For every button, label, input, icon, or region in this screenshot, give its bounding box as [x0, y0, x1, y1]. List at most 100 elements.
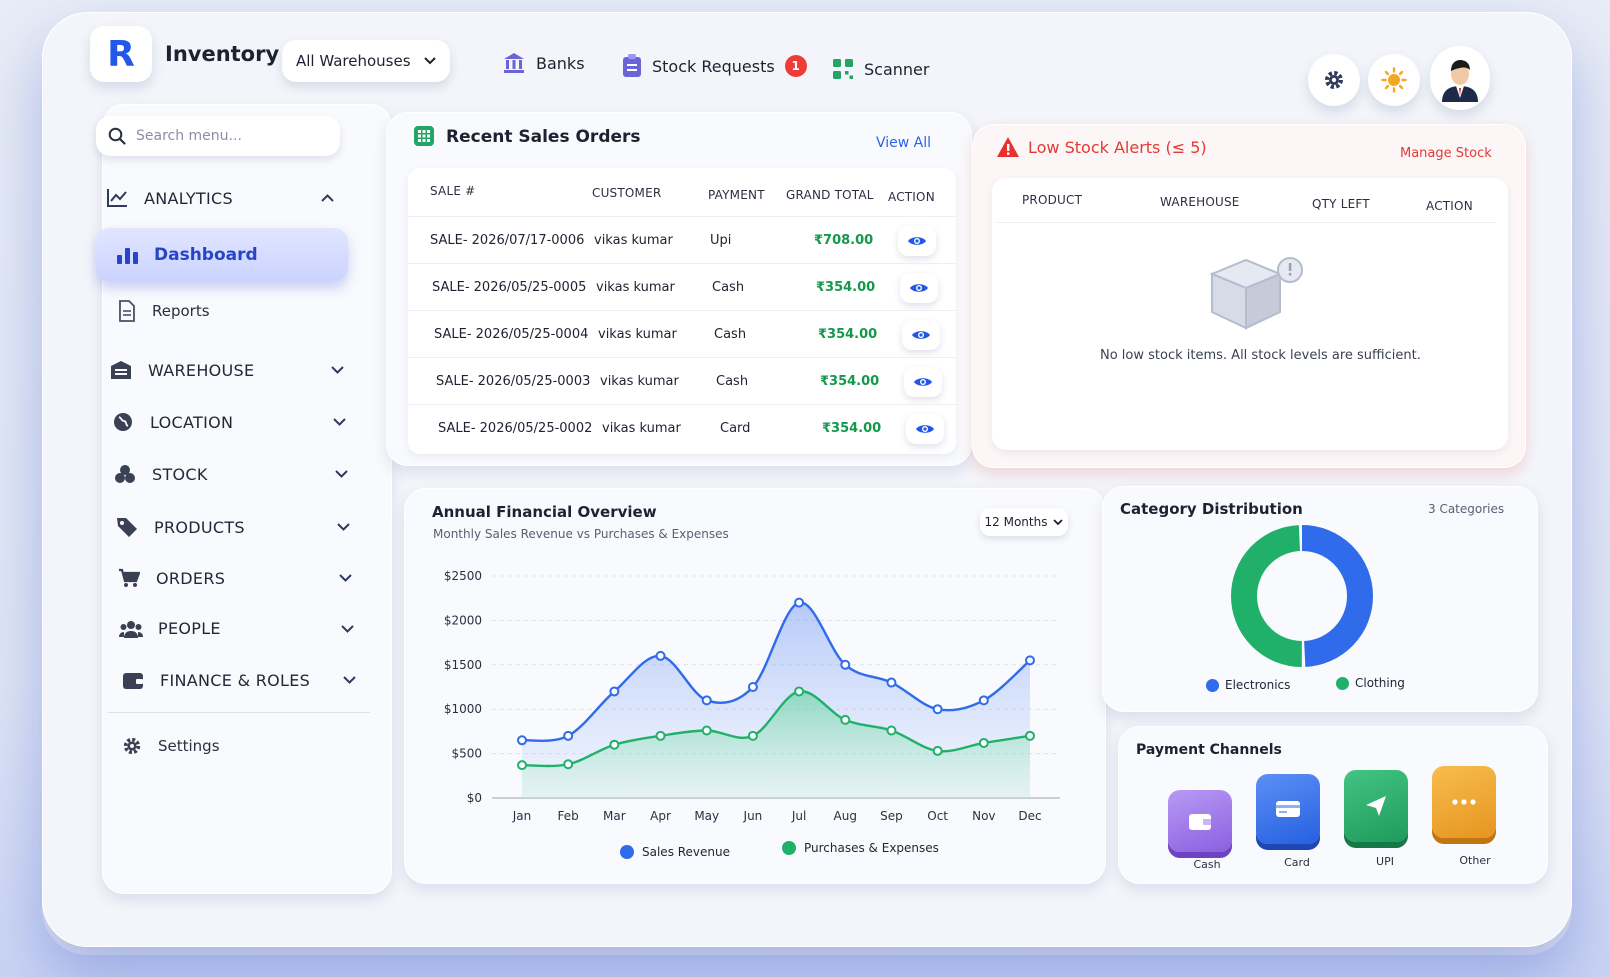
data-point[interactable] [794, 597, 805, 608]
sidebar-item-reports[interactable]: Reports [118, 300, 210, 322]
menu-location[interactable]: LOCATION [110, 412, 346, 432]
data-point[interactable] [840, 659, 851, 670]
data-point[interactable] [886, 677, 897, 688]
range-select[interactable]: 12 Months [980, 508, 1068, 536]
payment-card-button[interactable] [1256, 774, 1320, 844]
chevron-down-icon [335, 470, 348, 478]
menu-products[interactable]: PRODUCTS [114, 516, 350, 538]
sidebar-item-settings-label: Settings [158, 737, 220, 755]
data-point[interactable] [655, 730, 666, 741]
data-point[interactable] [609, 739, 620, 750]
tag-icon [114, 516, 140, 538]
user-avatar[interactable] [1430, 46, 1490, 110]
manage-stock-link[interactable]: Manage Stock [1400, 146, 1492, 161]
legend-sales-revenue[interactable]: Sales Revenue [620, 845, 730, 859]
payment-upi-button[interactable] [1344, 770, 1408, 842]
legend-swatch [1336, 676, 1349, 690]
eye-icon [907, 235, 927, 247]
col-qty-left: QTY LEFT [1312, 197, 1370, 211]
menu-finance-roles[interactable]: FINANCE & ROLES [120, 670, 356, 690]
payment-card-label: Card [1284, 856, 1310, 869]
search-input[interactable]: Search menu... [96, 116, 340, 156]
cart-icon [116, 568, 142, 588]
chevron-down-icon [337, 523, 350, 531]
data-point[interactable] [747, 682, 758, 692]
payment-other-button[interactable] [1432, 766, 1496, 838]
payment-other-label: Other [1459, 854, 1491, 867]
col-sale: SALE # [430, 184, 476, 198]
data-point[interactable] [978, 695, 989, 706]
warehouse-icon [108, 360, 134, 380]
cell-total: ₹354.00 [818, 327, 878, 342]
menu-stock[interactable]: STOCK [112, 464, 348, 484]
app-logo[interactable]: R [90, 26, 152, 82]
legend-sales-revenue-label: Sales Revenue [642, 845, 731, 859]
data-point[interactable] [978, 737, 989, 748]
globe-icon [110, 412, 136, 432]
data-point[interactable] [563, 759, 574, 770]
cell-customer: vikas kumar [594, 233, 673, 248]
nav-banks[interactable]: Banks [502, 52, 585, 74]
view-order-button[interactable] [898, 226, 936, 256]
menu-people[interactable]: PEOPLE [118, 619, 354, 638]
view-order-button[interactable] [904, 367, 942, 397]
data-point[interactable] [932, 704, 943, 715]
payment-title: Payment Channels [1136, 742, 1282, 758]
nav-scanner-label: Scanner [864, 59, 930, 79]
theme-toggle-button[interactable] [1368, 54, 1420, 106]
sidebar-item-settings[interactable]: Settings [122, 736, 220, 756]
settings-button[interactable] [1308, 54, 1360, 106]
x-tick-label: Jan [512, 809, 532, 823]
data-point[interactable] [701, 725, 712, 736]
data-point[interactable] [1025, 730, 1035, 741]
warehouse-select[interactable]: All Warehouses [282, 40, 450, 82]
x-tick-label: Nov [972, 809, 995, 823]
data-point[interactable] [655, 650, 666, 661]
x-tick-label: Apr [650, 809, 671, 823]
eye-icon [911, 329, 931, 341]
view-all-link[interactable]: View All [876, 135, 931, 151]
col-warehouse: WAREHOUSE [1160, 195, 1240, 209]
analytics-icon [104, 188, 130, 208]
menu-orders[interactable]: ORDERS [116, 568, 352, 588]
table-row: SALE- 2026/05/25-0003 vikas kumar Cash ₹… [408, 357, 956, 404]
y-tick-label: $2000 [444, 613, 482, 627]
menu-analytics[interactable]: ANALYTICS [104, 188, 334, 208]
bar-chart-icon [116, 245, 140, 265]
y-tick-label: $500 [451, 747, 482, 761]
view-order-button[interactable] [902, 320, 940, 350]
data-point[interactable] [517, 760, 527, 771]
financial-overview-subtitle: Monthly Sales Revenue vs Purchases & Exp… [433, 527, 729, 541]
x-tick-label: Oct [927, 809, 948, 823]
cell-customer: vikas kumar [598, 327, 677, 342]
legend-clothing[interactable]: Clothing [1336, 676, 1405, 690]
x-tick-label: May [694, 809, 719, 823]
menu-warehouse-label: WAREHOUSE [148, 360, 255, 380]
legend-electronics[interactable]: Electronics [1206, 678, 1290, 692]
data-point[interactable] [886, 725, 897, 736]
data-point[interactable] [840, 714, 851, 725]
data-point[interactable] [794, 686, 805, 697]
nav-stock-requests[interactable]: Stock Requests 1 [622, 54, 807, 78]
view-order-button[interactable] [906, 414, 944, 444]
gear-icon [122, 736, 142, 756]
payment-cash-button[interactable] [1168, 790, 1232, 852]
nav-banks-label: Banks [536, 53, 585, 73]
data-point[interactable] [932, 745, 943, 756]
cell-total: ₹354.00 [816, 280, 876, 295]
nav-scanner[interactable]: Scanner [832, 58, 929, 80]
cell-total: ₹354.00 [820, 374, 880, 389]
col-payment: PAYMENT [708, 188, 765, 202]
sidebar-item-dashboard[interactable]: Dashboard [96, 228, 348, 282]
data-point[interactable] [563, 730, 574, 741]
data-point[interactable] [517, 735, 527, 746]
data-point[interactable] [701, 695, 712, 706]
data-point[interactable] [1025, 655, 1035, 666]
view-order-button[interactable] [900, 273, 938, 303]
menu-warehouse[interactable]: WAREHOUSE [108, 360, 344, 380]
data-point[interactable] [609, 686, 620, 697]
legend-purchases-expenses[interactable]: Purchases & Expenses [782, 841, 939, 855]
col-customer: CUSTOMER [592, 186, 662, 200]
data-point[interactable] [747, 730, 758, 741]
stock-requests-badge: 1 [784, 55, 807, 77]
